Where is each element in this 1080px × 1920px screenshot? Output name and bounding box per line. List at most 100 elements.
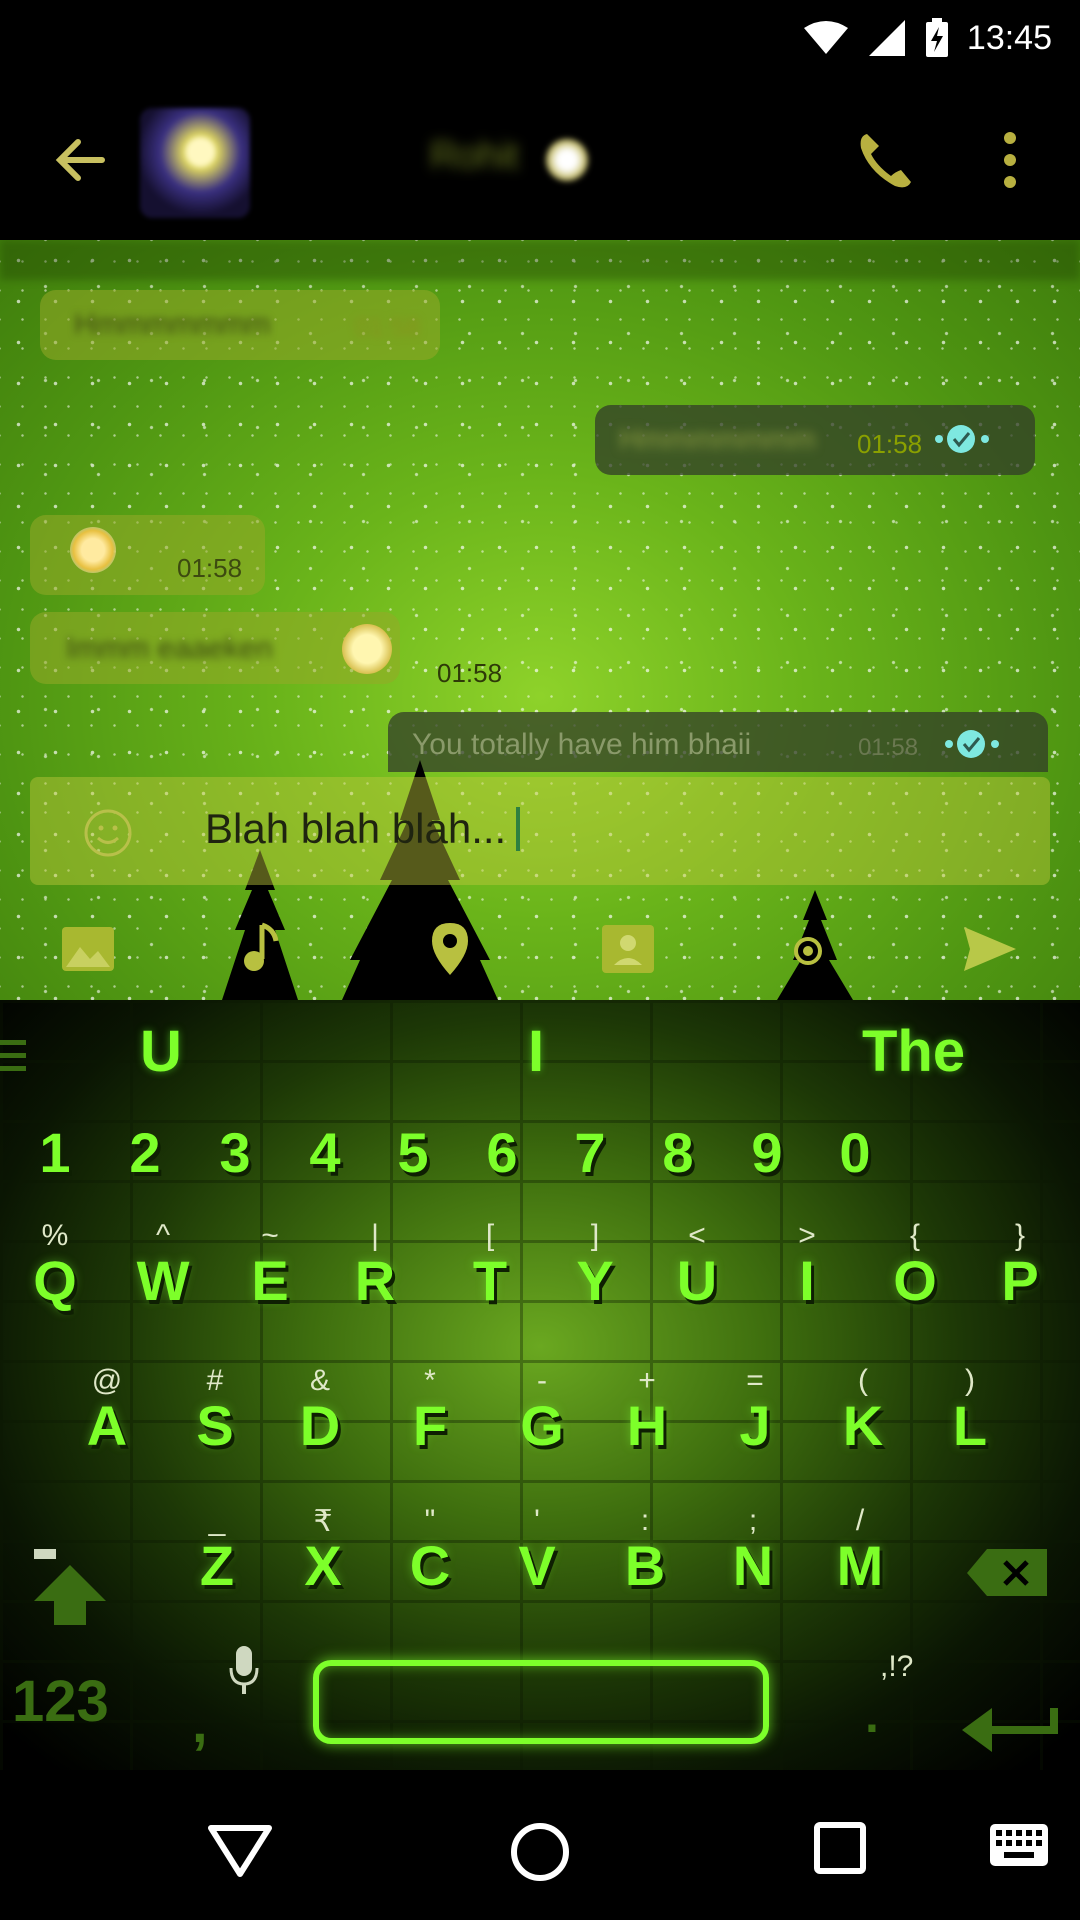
wifi-icon — [803, 21, 848, 54]
key-letter: E — [251, 1249, 289, 1312]
keyboard: U I The 1234567890 % Q ^ W ~ E | R[T] Y < U > I{O} P … — [0, 1000, 1080, 1770]
suggestion-2[interactable]: I — [528, 1018, 544, 1085]
symbols-mode-key[interactable]: 123 — [12, 1668, 109, 1735]
smiley-emoji-icon — [342, 624, 392, 674]
key-s[interactable]: # S — [170, 1360, 260, 1470]
key-v[interactable]: ' V — [492, 1500, 582, 1610]
key-f[interactable]: * F — [385, 1360, 475, 1470]
number-key[interactable]: 3 — [190, 1120, 280, 1185]
key-i[interactable]: > I — [762, 1215, 852, 1325]
key-letter: B — [624, 1534, 666, 1597]
key-letter: G — [520, 1394, 564, 1457]
key-letter: N — [732, 1534, 774, 1597]
send-icon[interactable] — [960, 919, 1020, 979]
key-letter: Q — [33, 1249, 77, 1312]
contact-name[interactable]: Rohit — [430, 135, 519, 178]
key-letter: U — [676, 1249, 718, 1312]
recents-nav-icon[interactable] — [812, 1820, 868, 1876]
more-options-icon[interactable] — [995, 128, 1025, 192]
location-pin-icon[interactable] — [420, 919, 480, 979]
back-arrow-icon[interactable] — [50, 130, 110, 190]
key-letter: V — [518, 1534, 556, 1597]
number-key[interactable]: 4 — [280, 1120, 370, 1185]
key-letter: D — [299, 1394, 341, 1457]
key-letter: Y — [576, 1249, 614, 1312]
key-a[interactable]: @ A — [62, 1360, 152, 1470]
key-letter: S — [196, 1394, 234, 1457]
key-letter: O — [893, 1249, 937, 1312]
message-bubble[interactable]: Immm eaaeken — [30, 612, 400, 684]
enter-icon[interactable] — [958, 1700, 1058, 1760]
key-letter: I — [799, 1249, 815, 1312]
key-y[interactable]: ] Y — [550, 1215, 640, 1325]
key-letter: A — [86, 1394, 128, 1457]
key-letter: P — [1001, 1249, 1039, 1312]
key-o[interactable]: {O — [870, 1215, 960, 1325]
chat-area[interactable]: Hmmmmmmm 01:58 Hmmmmmmm 01:58 01:58 Immm… — [0, 240, 1080, 1000]
key-c[interactable]: " C — [385, 1500, 475, 1610]
read-receipt-icon — [935, 425, 989, 453]
shift-icon[interactable] — [30, 1545, 110, 1635]
key-k[interactable]: (K — [818, 1360, 908, 1470]
key-q[interactable]: % Q — [10, 1215, 100, 1325]
message-compose-bar[interactable]: Blah blah blah... — [30, 777, 1050, 885]
menu-icon[interactable] — [0, 1036, 28, 1076]
punctuation-hint: ,!? — [880, 1650, 914, 1683]
emoji-sticker-icon — [70, 527, 116, 573]
suggestion-3[interactable]: The — [862, 1018, 965, 1085]
emoji-picker-icon[interactable] — [82, 807, 134, 859]
home-nav-icon[interactable] — [508, 1820, 572, 1884]
message-input[interactable]: Blah blah blah... — [205, 805, 521, 853]
signal-icon — [868, 20, 905, 56]
key-e[interactable]: ~ E — [225, 1215, 315, 1325]
key-w[interactable]: ^ W — [118, 1215, 208, 1325]
key-letter: J — [739, 1394, 771, 1457]
key-t[interactable]: [T — [445, 1215, 535, 1325]
comma-key[interactable]: , — [192, 1690, 208, 1755]
backspace-icon[interactable] — [965, 1545, 1050, 1600]
message-bubble[interactable]: Hmmmmmmm 01:58 — [40, 290, 440, 360]
key-p[interactable]: } P — [975, 1215, 1065, 1325]
navigation-bar — [0, 1770, 1080, 1920]
key-b[interactable]: :B — [600, 1500, 690, 1610]
key-letter: M — [836, 1534, 884, 1597]
back-nav-icon[interactable] — [205, 1820, 275, 1880]
contact-avatar[interactable] — [140, 108, 250, 218]
keyboard-switch-icon[interactable] — [988, 1820, 1050, 1872]
key-j[interactable]: = J — [710, 1360, 800, 1470]
number-key[interactable]: 5 — [368, 1120, 458, 1185]
space-bar[interactable] — [313, 1660, 769, 1744]
key-n[interactable]: ; N — [708, 1500, 798, 1610]
number-key[interactable]: 6 — [457, 1120, 547, 1185]
key-d[interactable]: & D — [275, 1360, 365, 1470]
key-x[interactable]: ₹ X — [278, 1500, 368, 1610]
number-key[interactable]: 1 — [10, 1120, 100, 1185]
conversation-header: Rohit — [0, 80, 1080, 240]
key-g[interactable]: -G — [497, 1360, 587, 1470]
message-bubble[interactable]: 01:58 — [30, 515, 265, 595]
number-key[interactable]: 2 — [100, 1120, 190, 1185]
key-letter: R — [354, 1249, 396, 1312]
suggestion-1[interactable]: U — [140, 1018, 182, 1085]
key-u[interactable]: < U — [652, 1215, 742, 1325]
period-key[interactable]: . — [865, 1686, 879, 1744]
key-m[interactable]: / M — [815, 1500, 905, 1610]
gallery-icon[interactable] — [58, 919, 118, 979]
key-l[interactable]: ) L — [925, 1360, 1015, 1470]
microphone-icon[interactable] — [228, 1644, 260, 1696]
number-key[interactable]: 9 — [722, 1120, 812, 1185]
contact-card-icon[interactable] — [598, 919, 658, 979]
phone-icon[interactable] — [855, 128, 915, 192]
key-h[interactable]: + H — [602, 1360, 692, 1470]
key-letter: F — [412, 1394, 448, 1457]
number-key[interactable]: 0 — [810, 1120, 900, 1185]
message-bubble[interactable]: Hmmmmmmm 01:58 — [595, 405, 1035, 475]
key-z[interactable]: _ Z — [172, 1500, 262, 1610]
number-key[interactable]: 8 — [633, 1120, 723, 1185]
message-time: 01:58 — [437, 658, 503, 688]
music-note-icon[interactable] — [228, 919, 288, 979]
key-r[interactable]: | R — [330, 1215, 420, 1325]
camera-icon[interactable] — [778, 919, 838, 979]
status-bar: 13:45 — [0, 0, 1080, 80]
number-key[interactable]: 7 — [545, 1120, 635, 1185]
